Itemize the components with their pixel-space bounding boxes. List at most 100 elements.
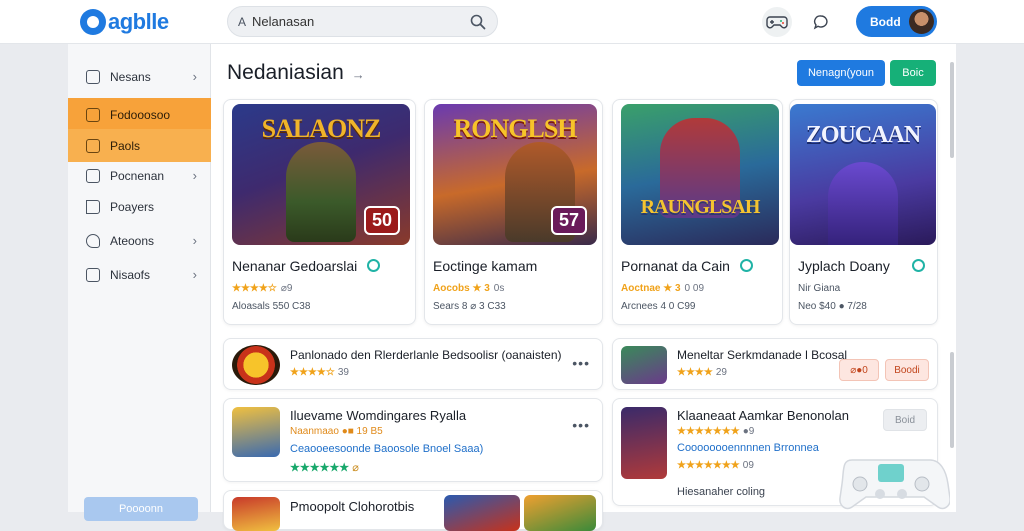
list-item[interactable]: Iluevame Womdingares Ryalla Naanmaao ●■ … [223, 398, 603, 482]
chevron-right-icon: › [192, 69, 197, 84]
game-art-image[interactable]: RAUNGLSAH [621, 104, 779, 245]
sidebar-item-pocnenan[interactable]: Pocnenan › [68, 159, 211, 192]
stars-text: ★★★★☆ [290, 367, 335, 378]
top-bar: agblle A Bodd [0, 0, 1024, 44]
list-item[interactable]: Meneltar Serkmdanade l Bcosal ★★★★ 29 ⌀●0… [612, 338, 938, 390]
game-art-image[interactable]: RONGLSH 57 [433, 104, 597, 245]
game-art-image[interactable]: ZOUCAAN [790, 104, 936, 245]
verified-icon [367, 259, 381, 272]
more-options-icon[interactable]: ••• [572, 417, 590, 433]
game-art-title: RONGLSH [453, 114, 577, 143]
app-logo[interactable]: agblle [80, 9, 169, 35]
chat-icon[interactable] [806, 7, 836, 37]
game-meta: Aloasals 550 C38 [232, 301, 311, 312]
gamepad-icon[interactable] [762, 7, 792, 37]
rating-count: 29 [715, 367, 727, 378]
verified-icon [739, 259, 753, 272]
row-title[interactable]: Meneltar Serkmdanade l Bcosal [677, 348, 847, 362]
game-thumbnail[interactable] [232, 497, 280, 531]
row-title[interactable]: Klaaneaat Aamkar Benonolan [677, 408, 849, 423]
rating-count: 0s [493, 283, 505, 294]
bag-icon [86, 107, 100, 122]
game-thumbnail[interactable] [524, 495, 596, 531]
search-icon[interactable] [469, 13, 487, 31]
game-card[interactable]: ZOUCAAN Jyplach Doany Nir Giana Neo $40 … [789, 99, 938, 325]
rating-stars: Aoctnae ★ 30 09 [621, 283, 704, 294]
sidebar-item-ateoons[interactable]: Ateoons › [68, 224, 211, 257]
game-thumbnail[interactable] [232, 407, 280, 457]
rating-stars: ★★★★☆ 39 [290, 367, 349, 378]
stars-text: ★★★★★★★ [677, 460, 740, 471]
character-figure [286, 142, 356, 242]
sidebar-item-poayers[interactable]: Poayers [68, 190, 211, 223]
stars-text: ★★★★☆ [232, 283, 277, 294]
game-thumbnail[interactable] [444, 495, 520, 531]
avatar[interactable] [909, 9, 934, 34]
character-figure [828, 162, 898, 245]
sidebar-bottom-button[interactable]: Poooonn [84, 497, 198, 521]
row-title[interactable]: Panlonado den Rlerderlanle Bedsoolisr (o… [290, 348, 562, 362]
rating-stars: ★★★★ 29 [677, 367, 727, 378]
logo-text: agblle [108, 9, 169, 34]
stars-text: ★★★★★★ [290, 462, 350, 474]
game-thumbnail[interactable] [621, 346, 667, 384]
list-item[interactable]: Panlonado den Rlerderlanle Bedsoolisr (o… [223, 338, 603, 390]
game-card[interactable]: RAUNGLSAH Pornanat da Cain Aoctnae ★ 30 … [612, 99, 783, 325]
chevron-right-icon: › [192, 233, 197, 248]
user-menu-button[interactable]: Bodd [856, 6, 937, 37]
heart-icon [86, 233, 100, 248]
sidebar-item-nesans[interactable]: Nesans › [68, 60, 211, 93]
sidebar-item-paols[interactable]: Paols [68, 129, 211, 162]
rating-count: 09 [742, 460, 754, 471]
sidebar-item-nisaofs[interactable]: Nisaofs › [68, 258, 211, 291]
primary-button[interactable]: Nenagn(youn [797, 60, 885, 86]
card-icon [86, 168, 100, 183]
search-bar[interactable]: A [227, 6, 498, 37]
game-name: Jyplach Doany [798, 258, 925, 274]
stars-text: Aocobs ★ 3 [433, 283, 490, 294]
game-name: Pornanat da Cain [621, 258, 753, 274]
verified-icon [911, 259, 925, 272]
more-options-icon[interactable]: ••• [572, 355, 590, 371]
doc-icon [86, 267, 100, 282]
game-name-text: Nenanar Gedoarslai [232, 258, 358, 274]
game-art-title: SALAONZ [261, 114, 382, 143]
row-footer: Hiesanaher coling [677, 486, 766, 498]
game-meta: Arcnees 4 0 C99 [621, 301, 696, 312]
scrollbar[interactable] [950, 62, 954, 158]
scrollbar-lower[interactable] [950, 352, 954, 448]
list-item[interactable]: Pmoopolt Clohorotbis [223, 490, 603, 531]
game-thumbnail[interactable] [621, 407, 667, 479]
sidebar-item-label: Fodooosoo [110, 107, 171, 122]
sidebar-item-label: Poayers [110, 199, 155, 214]
rating-stars: Aocobs ★ 3 0s [433, 283, 504, 294]
box-icon [86, 138, 100, 153]
game-card[interactable]: RONGLSH 57 Eoctinge kamam Aocobs ★ 3 0s S… [424, 99, 603, 325]
game-art-title: RAUNGLSAH [640, 196, 761, 218]
search-prefix: A [238, 14, 247, 29]
grid-icon [86, 69, 100, 84]
level-badge: 50 [363, 206, 400, 235]
sidebar-item-label: Pocnenan [110, 168, 165, 183]
game-meta: Nir Giana [798, 283, 841, 294]
sidebar-item-label: Nesans [110, 69, 151, 84]
search-input[interactable] [252, 14, 469, 29]
game-name-text: Jyplach Doany [798, 258, 890, 274]
game-card[interactable]: SALAONZ 50 Nenanar Gedoarslai ★★★★☆ ⌀9 Al… [223, 99, 416, 325]
game-name: Nenanar Gedoarslai [232, 258, 381, 274]
secondary-button[interactable]: Boic [890, 60, 936, 86]
page-title-text: Nedaniasian [227, 61, 344, 84]
row-description: Ceaooeesoonde Baoosole Bnoel Saaa) [290, 443, 484, 455]
page-title: Nedaniasian → [227, 61, 365, 85]
sidebar-item-fodooosoo[interactable]: Fodooosoo [68, 98, 211, 131]
user-label: Bodd [870, 14, 901, 29]
game-thumbnail[interactable] [232, 345, 280, 385]
action-button[interactable]: Boid [883, 409, 927, 431]
action-button[interactable]: ⌀●0 [839, 359, 879, 381]
flag-icon [86, 199, 100, 214]
arrow-right-icon[interactable]: → [352, 67, 365, 82]
chevron-right-icon: › [192, 168, 197, 183]
row-title[interactable]: Iluevame Womdingares Ryalla [290, 408, 466, 423]
game-art-image[interactable]: SALAONZ 50 [232, 104, 410, 245]
action-button[interactable]: Boodi [885, 359, 929, 381]
